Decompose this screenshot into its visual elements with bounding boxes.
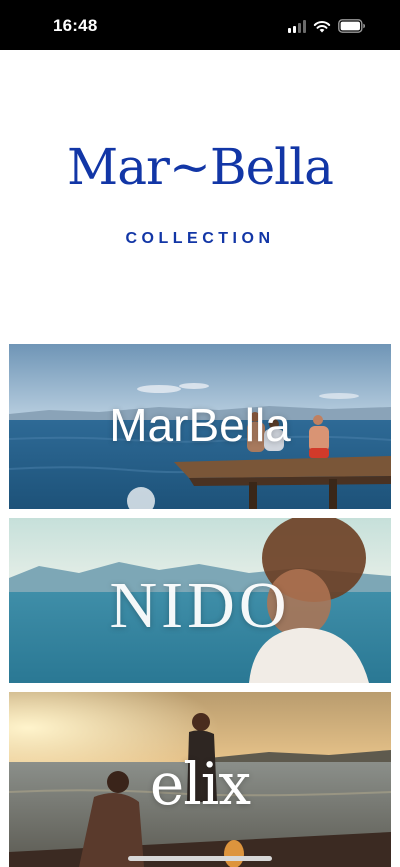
collection-card-nido[interactable]: NIDO <box>9 518 391 683</box>
wifi-icon <box>313 20 331 32</box>
status-icons <box>288 17 366 35</box>
cellular-signal-icon <box>288 19 306 33</box>
status-time: 16:48 <box>53 16 98 35</box>
card-title-marbella: MarBella <box>109 399 291 451</box>
logo-subtitle: COLLECTION <box>125 230 275 247</box>
home-indicator[interactable] <box>128 856 272 861</box>
battery-icon <box>338 19 365 33</box>
card-title-nido: NIDO <box>109 569 291 642</box>
logo-title: Mar~Bella <box>67 138 334 196</box>
card-title-elix: elix <box>149 750 251 818</box>
brand-logo: Mar~Bella COLLECTION <box>0 50 400 345</box>
collection-card-elix[interactable]: elix <box>9 692 391 867</box>
collection-card-marbella[interactable]: MarBella <box>9 344 391 509</box>
status-bar: 16:48 <box>0 0 400 50</box>
